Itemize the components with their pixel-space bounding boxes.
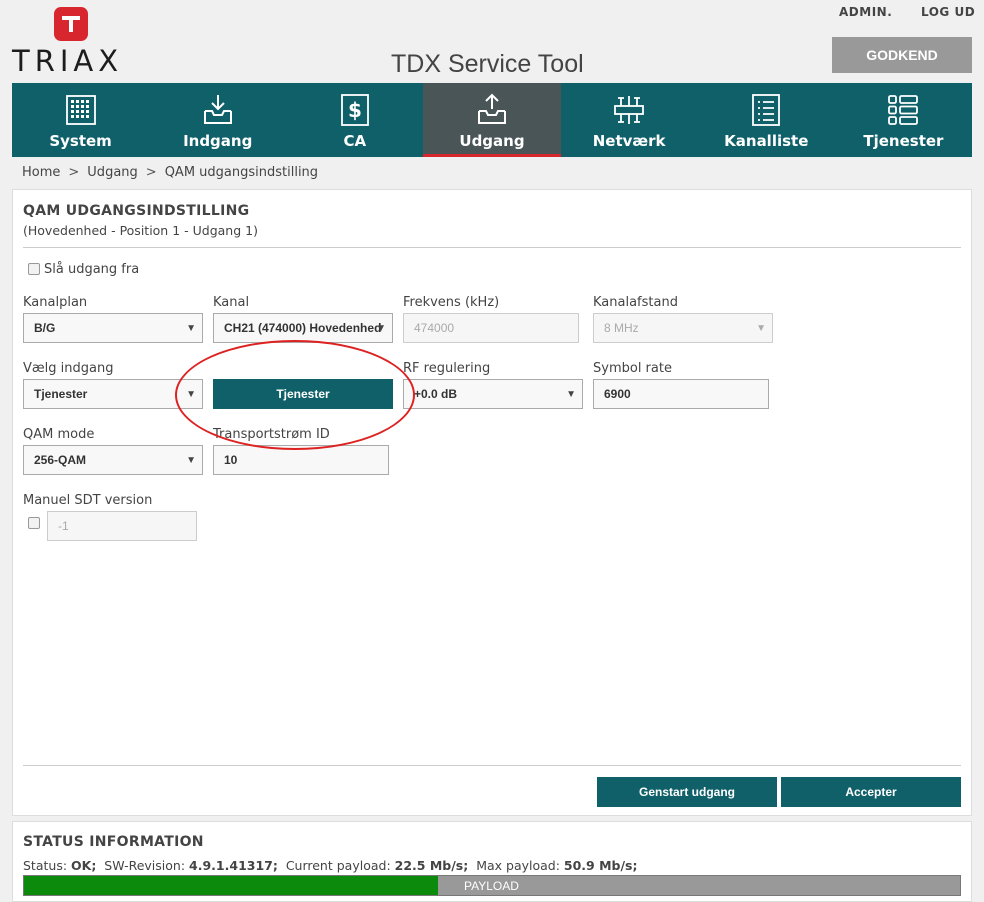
- transportstroem-label: Transportstrøm ID: [213, 427, 330, 442]
- symbol-rate-label: Symbol rate: [593, 361, 672, 376]
- divider: [23, 765, 961, 766]
- tab-indgang[interactable]: Indgang: [149, 83, 286, 157]
- transportstroem-input[interactable]: 10: [213, 445, 389, 475]
- max-payload-key: Max payload:: [476, 858, 560, 873]
- triax-logo-text: TRIAX: [12, 44, 124, 78]
- chevron-down-icon: ▼: [756, 323, 766, 334]
- qam-settings-panel: QAM UDGANGSINDSTILLING (Hovedenhed - Pos…: [12, 189, 972, 816]
- tjenester-button[interactable]: Tjenester: [213, 379, 393, 409]
- qam-mode-value: 256-QAM: [34, 453, 87, 467]
- triax-logo-mark: [54, 7, 88, 41]
- services-icon: [888, 95, 919, 125]
- frekvens-label: Frekvens (kHz): [403, 295, 500, 310]
- rf-regulering-value: +0.0 dB: [414, 387, 458, 401]
- kanalafstand-label: Kanalafstand: [593, 295, 678, 310]
- chevron-down-icon: ▼: [566, 389, 576, 400]
- rf-regulering-label: RF regulering: [403, 361, 491, 376]
- chevron-down-icon: ▼: [186, 323, 196, 334]
- chevron-down-icon: ▼: [186, 455, 196, 466]
- tab-tjenester-label: Tjenester: [863, 132, 944, 150]
- kanal-label: Kanal: [213, 295, 250, 310]
- manuel-sdt-input: -1: [47, 511, 197, 541]
- tab-ca[interactable]: $ CA: [286, 83, 423, 157]
- tab-netvaerk-label: Netværk: [592, 132, 666, 150]
- kanalplan-select[interactable]: B/G ▼: [23, 313, 203, 343]
- breadcrumb-current: QAM udgangsindstilling: [164, 165, 319, 180]
- breadcrumb: Home > Udgang > QAM udgangsindstilling: [22, 165, 318, 180]
- manuel-sdt-label: Manuel SDT version: [23, 493, 153, 508]
- max-payload-value: 50.9 Mb/s;: [563, 858, 638, 873]
- current-payload-value: 22.5 Mb/s;: [394, 858, 469, 873]
- sw-revision-value: 4.9.1.41317;: [189, 858, 278, 873]
- tab-indgang-label: Indgang: [183, 132, 253, 150]
- tab-udgang-label: Udgang: [459, 132, 525, 150]
- kanalafstand-value: 8 MHz: [604, 321, 639, 335]
- status-line: Status: OK; SW-Revision: 4.9.1.41317; Cu…: [23, 858, 638, 873]
- panel-title: QAM UDGANGSINDSTILLING: [23, 203, 250, 219]
- tab-ca-label: CA: [343, 132, 367, 150]
- rf-regulering-select[interactable]: +0.0 dB ▼: [403, 379, 583, 409]
- frekvens-input: 474000: [403, 313, 579, 343]
- payload-label: PAYLOAD: [464, 879, 519, 893]
- tab-system[interactable]: System: [12, 83, 149, 157]
- svg-text:$: $: [348, 98, 362, 122]
- status-panel: STATUS INFORMATION Status: OK; SW-Revisi…: [12, 821, 972, 902]
- channel-list-icon: [752, 94, 781, 126]
- tab-udgang[interactable]: Udgang: [423, 83, 561, 157]
- app-title: TDX Service Tool: [391, 50, 584, 78]
- panel-subtitle: (Hovedenhed - Position 1 - Udgang 1): [23, 223, 258, 238]
- kanalplan-value: B/G: [34, 321, 56, 335]
- payload-bar: PAYLOAD: [23, 875, 961, 896]
- status-value: OK;: [71, 858, 97, 873]
- input-download-icon: [203, 95, 232, 124]
- output-upload-icon: [477, 93, 506, 124]
- disable-output-checkbox[interactable]: [28, 263, 40, 275]
- symbol-rate-input[interactable]: 6900: [593, 379, 769, 409]
- accept-button[interactable]: Accepter: [781, 777, 961, 807]
- kanal-value: CH21 (474000) Hovedenhed: [224, 321, 382, 335]
- restart-output-button[interactable]: Genstart udgang: [597, 777, 777, 807]
- breadcrumb-separator-icon: >: [145, 165, 157, 180]
- qam-mode-select[interactable]: 256-QAM ▼: [23, 445, 203, 475]
- ca-dollar-icon: $: [340, 94, 369, 126]
- status-title: STATUS INFORMATION: [23, 834, 204, 850]
- breadcrumb-separator-icon: >: [68, 165, 80, 180]
- logout-link[interactable]: LOG UD: [921, 5, 975, 19]
- vaelg-indgang-label: Vælg indgang: [23, 361, 114, 376]
- breadcrumb-home[interactable]: Home: [22, 165, 60, 180]
- approve-button[interactable]: GODKEND: [832, 37, 972, 73]
- vaelg-indgang-value: Tjenester: [34, 387, 88, 401]
- disable-output-label: Slå udgang fra: [44, 262, 140, 277]
- qam-mode-label: QAM mode: [23, 427, 95, 442]
- system-icon: [65, 95, 96, 125]
- payload-fill: [24, 876, 438, 895]
- chevron-down-icon: ▼: [376, 323, 386, 334]
- manuel-sdt-checkbox[interactable]: [28, 517, 40, 529]
- network-icon: [614, 96, 645, 124]
- divider: [23, 247, 961, 248]
- main-nav: System Indgang $ CA Udgang Netværk Kanal…: [12, 83, 972, 157]
- chevron-down-icon: ▼: [186, 389, 196, 400]
- kanalplan-label: Kanalplan: [23, 295, 88, 310]
- tab-system-label: System: [49, 132, 112, 150]
- tab-kanalliste[interactable]: Kanalliste: [698, 83, 835, 157]
- kanal-select[interactable]: CH21 (474000) Hovedenhed ▼: [213, 313, 393, 343]
- status-key: Status:: [23, 858, 68, 873]
- current-payload-key: Current payload:: [285, 858, 391, 873]
- admin-link[interactable]: ADMIN.: [839, 5, 892, 19]
- tab-kanalliste-label: Kanalliste: [724, 132, 809, 150]
- tab-tjenester[interactable]: Tjenester: [835, 83, 972, 157]
- kanalafstand-select: 8 MHz ▼: [593, 313, 773, 343]
- sw-revision-key: SW-Revision:: [104, 858, 186, 873]
- breadcrumb-udgang[interactable]: Udgang: [87, 165, 137, 180]
- vaelg-indgang-select[interactable]: Tjenester ▼: [23, 379, 203, 409]
- tab-netvaerk[interactable]: Netværk: [561, 83, 698, 157]
